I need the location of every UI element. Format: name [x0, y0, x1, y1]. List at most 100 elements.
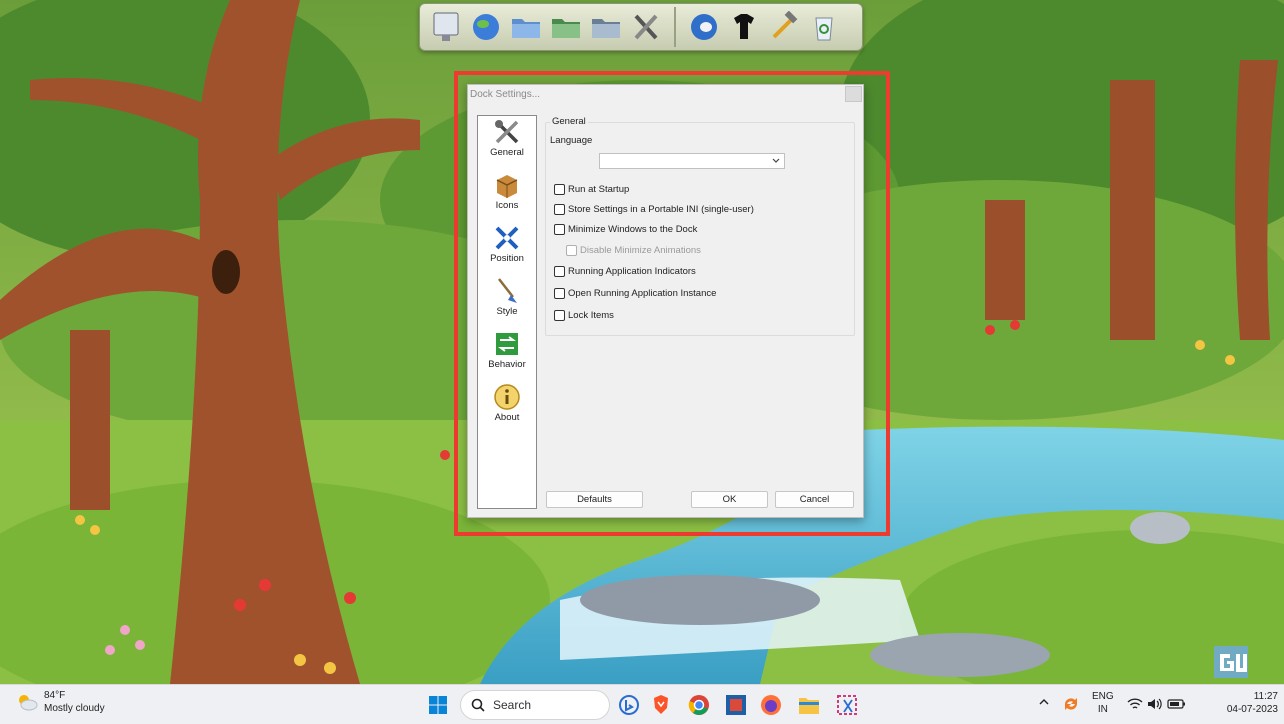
windows-start-icon	[429, 696, 447, 714]
taskbar-firefox[interactable]	[758, 692, 784, 718]
hammer-wrench-icon	[772, 11, 798, 39]
checkbox-box[interactable]	[554, 266, 565, 277]
nav-label: General	[490, 147, 524, 158]
file-explorer-icon	[799, 698, 819, 714]
nav-item-icons[interactable]: Icons	[478, 171, 536, 223]
tray-update-icon[interactable]	[1062, 695, 1080, 716]
nav-label: Behavior	[488, 359, 526, 370]
taskbar-app-window[interactable]	[723, 692, 749, 718]
checkbox-label: Disable Minimize Animations	[580, 245, 701, 256]
portable-ini-checkbox[interactable]: Store Settings in a Portable INI (single…	[554, 204, 754, 215]
folder-icon	[552, 19, 580, 38]
checkbox-box[interactable]	[554, 204, 565, 215]
box-icon	[496, 175, 518, 198]
dock-item-display[interactable]	[428, 8, 464, 46]
arrows-icon	[495, 226, 519, 250]
checkbox-label: Minimize Windows to the Dock	[568, 224, 698, 235]
run-at-startup-checkbox[interactable]: Run at Startup	[554, 184, 629, 195]
running-indicators-checkbox[interactable]: Running Application Indicators	[554, 266, 696, 277]
start-button[interactable]	[425, 692, 451, 718]
nav-label: Icons	[495, 200, 519, 211]
taskbar-search[interactable]: Search	[460, 690, 610, 720]
search-icon	[471, 698, 485, 712]
dock-item-folder-1[interactable]	[508, 8, 544, 46]
chrome-icon	[688, 695, 709, 715]
globe-icon	[473, 14, 499, 40]
nav-item-behavior[interactable]: Behavior	[478, 330, 536, 382]
nav-item-general[interactable]: General	[478, 118, 536, 170]
minimize-to-dock-checkbox[interactable]: Minimize Windows to the Dock	[554, 224, 697, 235]
language-select[interactable]	[599, 153, 785, 169]
wifi-status[interactable]	[1127, 697, 1143, 714]
checkbox-box[interactable]	[554, 184, 565, 195]
checkbox-box[interactable]	[554, 224, 565, 235]
nav-item-position[interactable]: Position	[478, 224, 536, 276]
folder-icon	[592, 19, 620, 38]
dialog-title: Dock Settings...	[470, 89, 541, 100]
dock-item-folder-2[interactable]	[548, 8, 584, 46]
language-code: ENG	[1092, 691, 1114, 702]
taskbar-bing[interactable]	[616, 692, 642, 718]
clock-date: 04-07-2023	[1226, 704, 1278, 715]
cloudy-weather-icon	[19, 695, 38, 711]
dock-item-internet[interactable]	[686, 8, 722, 46]
chevron-down-icon	[772, 158, 780, 163]
taskbar-snipping-tool[interactable]	[834, 692, 860, 718]
sync-icon	[1065, 698, 1077, 710]
checkbox-box[interactable]	[554, 288, 565, 299]
tshirt-icon	[734, 14, 754, 39]
open-running-instance-checkbox[interactable]: Open Running Application Instance	[554, 288, 716, 299]
checkbox-box	[566, 245, 577, 256]
input-language[interactable]: ENG IN	[1092, 690, 1114, 716]
dock-separator	[674, 7, 676, 47]
checkbox-box[interactable]	[554, 310, 565, 321]
close-button[interactable]	[845, 86, 862, 102]
dock-item-shirt[interactable]	[726, 8, 762, 46]
group-title: General	[550, 116, 588, 127]
cancel-button[interactable]: Cancel	[775, 491, 854, 508]
language-region: IN	[1097, 704, 1108, 715]
ok-button[interactable]: OK	[691, 491, 768, 508]
battery-status[interactable]	[1167, 698, 1187, 713]
bing-icon	[619, 695, 639, 715]
dock-item-globe[interactable]	[468, 8, 504, 46]
taskbar-file-explorer[interactable]	[796, 692, 822, 718]
recycle-bin-icon	[815, 17, 833, 41]
dock-item-tools[interactable]	[628, 8, 664, 46]
checkbox-label: Run at Startup	[568, 184, 630, 195]
weather-temp: 84°F	[44, 690, 66, 701]
volume-status[interactable]	[1147, 697, 1163, 714]
taskbar-brave[interactable]	[648, 692, 674, 718]
show-hidden-icons[interactable]	[1038, 697, 1050, 710]
weather-desc: Mostly cloudy	[44, 703, 105, 714]
disable-minimize-animations-checkbox: Disable Minimize Animations	[566, 245, 701, 256]
checkbox-label: Store Settings in a Portable INI (single…	[568, 204, 754, 215]
globe-icon	[691, 14, 717, 40]
taskbar: 84°F Mostly cloudy Search ENG IN 11:27 0…	[0, 684, 1284, 724]
battery-icon	[1167, 699, 1185, 709]
tools-icon	[495, 120, 519, 144]
settings-nav: General Icons Position Style Behavior Ab…	[477, 115, 537, 509]
taskbar-chrome[interactable]	[686, 692, 712, 718]
defaults-button[interactable]: Defaults	[546, 491, 643, 508]
dock-item-recycle-bin[interactable]	[806, 8, 842, 46]
dock-settings-dialog: Dock Settings... General Icons Position …	[467, 84, 864, 518]
tools-icon	[634, 14, 658, 40]
snipping-tool-icon	[837, 695, 857, 715]
nav-label: Style	[496, 306, 518, 317]
dock-item-folder-3[interactable]	[588, 8, 624, 46]
brave-browser-icon	[654, 695, 668, 714]
checkbox-label: Running Application Indicators	[568, 266, 696, 277]
nav-item-about[interactable]: About	[478, 383, 536, 435]
nav-item-style[interactable]: Style	[478, 277, 536, 329]
nav-label: About	[494, 412, 520, 423]
weather-widget[interactable]: 84°F Mostly cloudy	[16, 689, 105, 715]
dock-bar	[419, 3, 863, 51]
info-icon	[494, 384, 520, 410]
clock-time: 11:27	[1253, 691, 1278, 702]
lock-items-checkbox[interactable]: Lock Items	[554, 310, 614, 321]
clock[interactable]: 11:27 04-07-2023	[1210, 690, 1278, 716]
folder-icon	[512, 19, 540, 38]
dock-item-settings[interactable]	[766, 8, 802, 46]
monitor-icon	[433, 12, 459, 41]
